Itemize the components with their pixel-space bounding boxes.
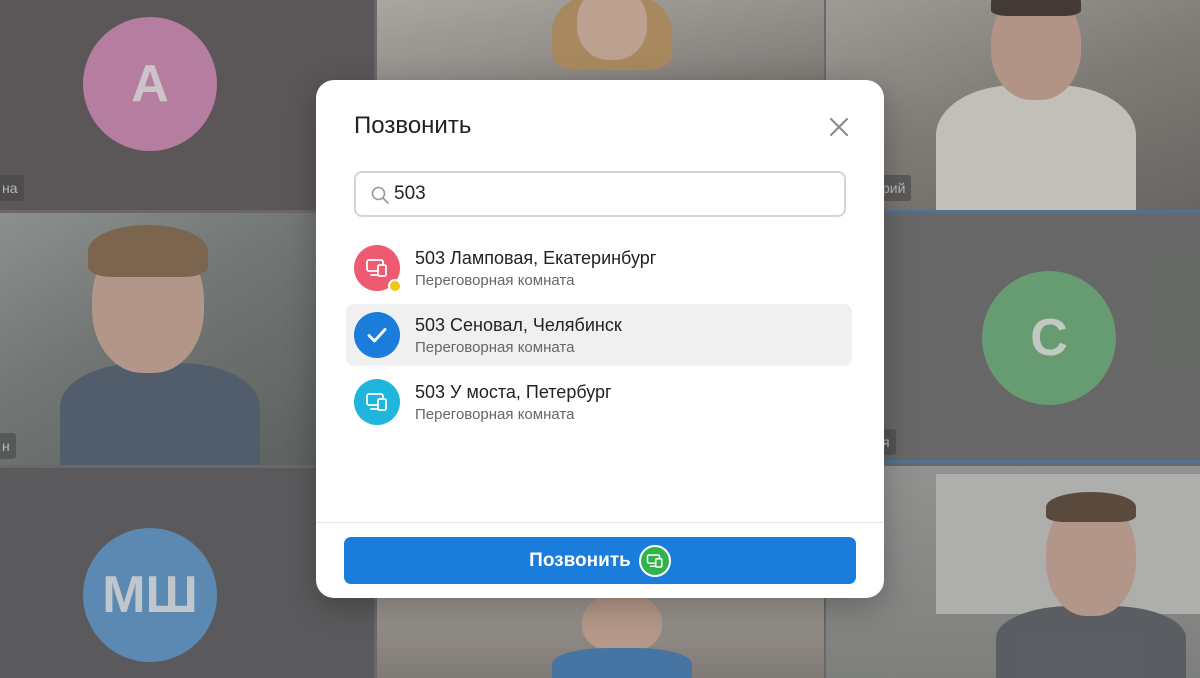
call-button[interactable]: Позвонить [344,537,856,584]
person-head [582,598,662,653]
close-icon [830,118,848,136]
participant-name-tag: н [0,433,16,459]
room-call-icon [638,544,671,577]
room-device-icon [366,259,387,277]
person-hair [88,225,208,277]
status-away-indicator [388,279,402,293]
room-device-icon [366,393,387,411]
person-body [60,363,260,465]
person-head [577,0,647,60]
participant-name-tag: на [0,175,24,201]
participant-video [552,598,692,678]
result-item-lampovaya[interactable]: 503 Ламповая, Екатеринбург Переговорная … [346,237,852,299]
participant-video [996,492,1186,678]
room-avatar-selected [354,312,400,358]
participant-avatar-a: А [83,17,217,151]
search-input[interactable] [394,173,834,215]
participant-video [552,0,672,80]
result-item-senoval[interactable]: 503 Сеновал, Челябинск Переговорная комн… [346,304,852,366]
call-dialog: Позвонить 503 Ламповая, Екатеринбург Пер… [316,80,884,598]
result-subtitle: Переговорная комната [415,272,575,289]
person-hair [991,0,1081,16]
search-field[interactable] [354,171,846,217]
room-avatar [354,379,400,425]
participant-avatar-msh: МШ [83,528,217,662]
check-icon [367,328,387,343]
person-body [936,85,1136,210]
video-tile-woman-bottom[interactable] [377,598,824,678]
result-title: 503 Ламповая, Екатеринбург [415,248,657,268]
call-button-label: Позвонить [529,549,631,571]
participant-video [60,223,280,465]
person-body [552,648,692,678]
person-body [996,606,1186,678]
video-tile-woman-top[interactable] [377,0,824,80]
result-subtitle: Переговорная комната [415,406,575,423]
dialog-title: Позвонить [354,112,472,139]
close-button[interactable] [824,112,854,142]
result-item-u-mosta[interactable]: 503 У моста, Петербург Переговорная комн… [346,371,852,433]
participant-video [936,0,1136,210]
footer-divider [316,522,884,523]
participant-avatar-c: С [982,271,1116,405]
room-avatar [354,245,402,293]
result-title: 503 Сеновал, Челябинск [415,315,622,335]
search-icon [371,186,389,204]
person-hair [1046,492,1136,522]
result-subtitle: Переговорная комната [415,339,575,356]
result-title: 503 У моста, Петербург [415,382,612,402]
